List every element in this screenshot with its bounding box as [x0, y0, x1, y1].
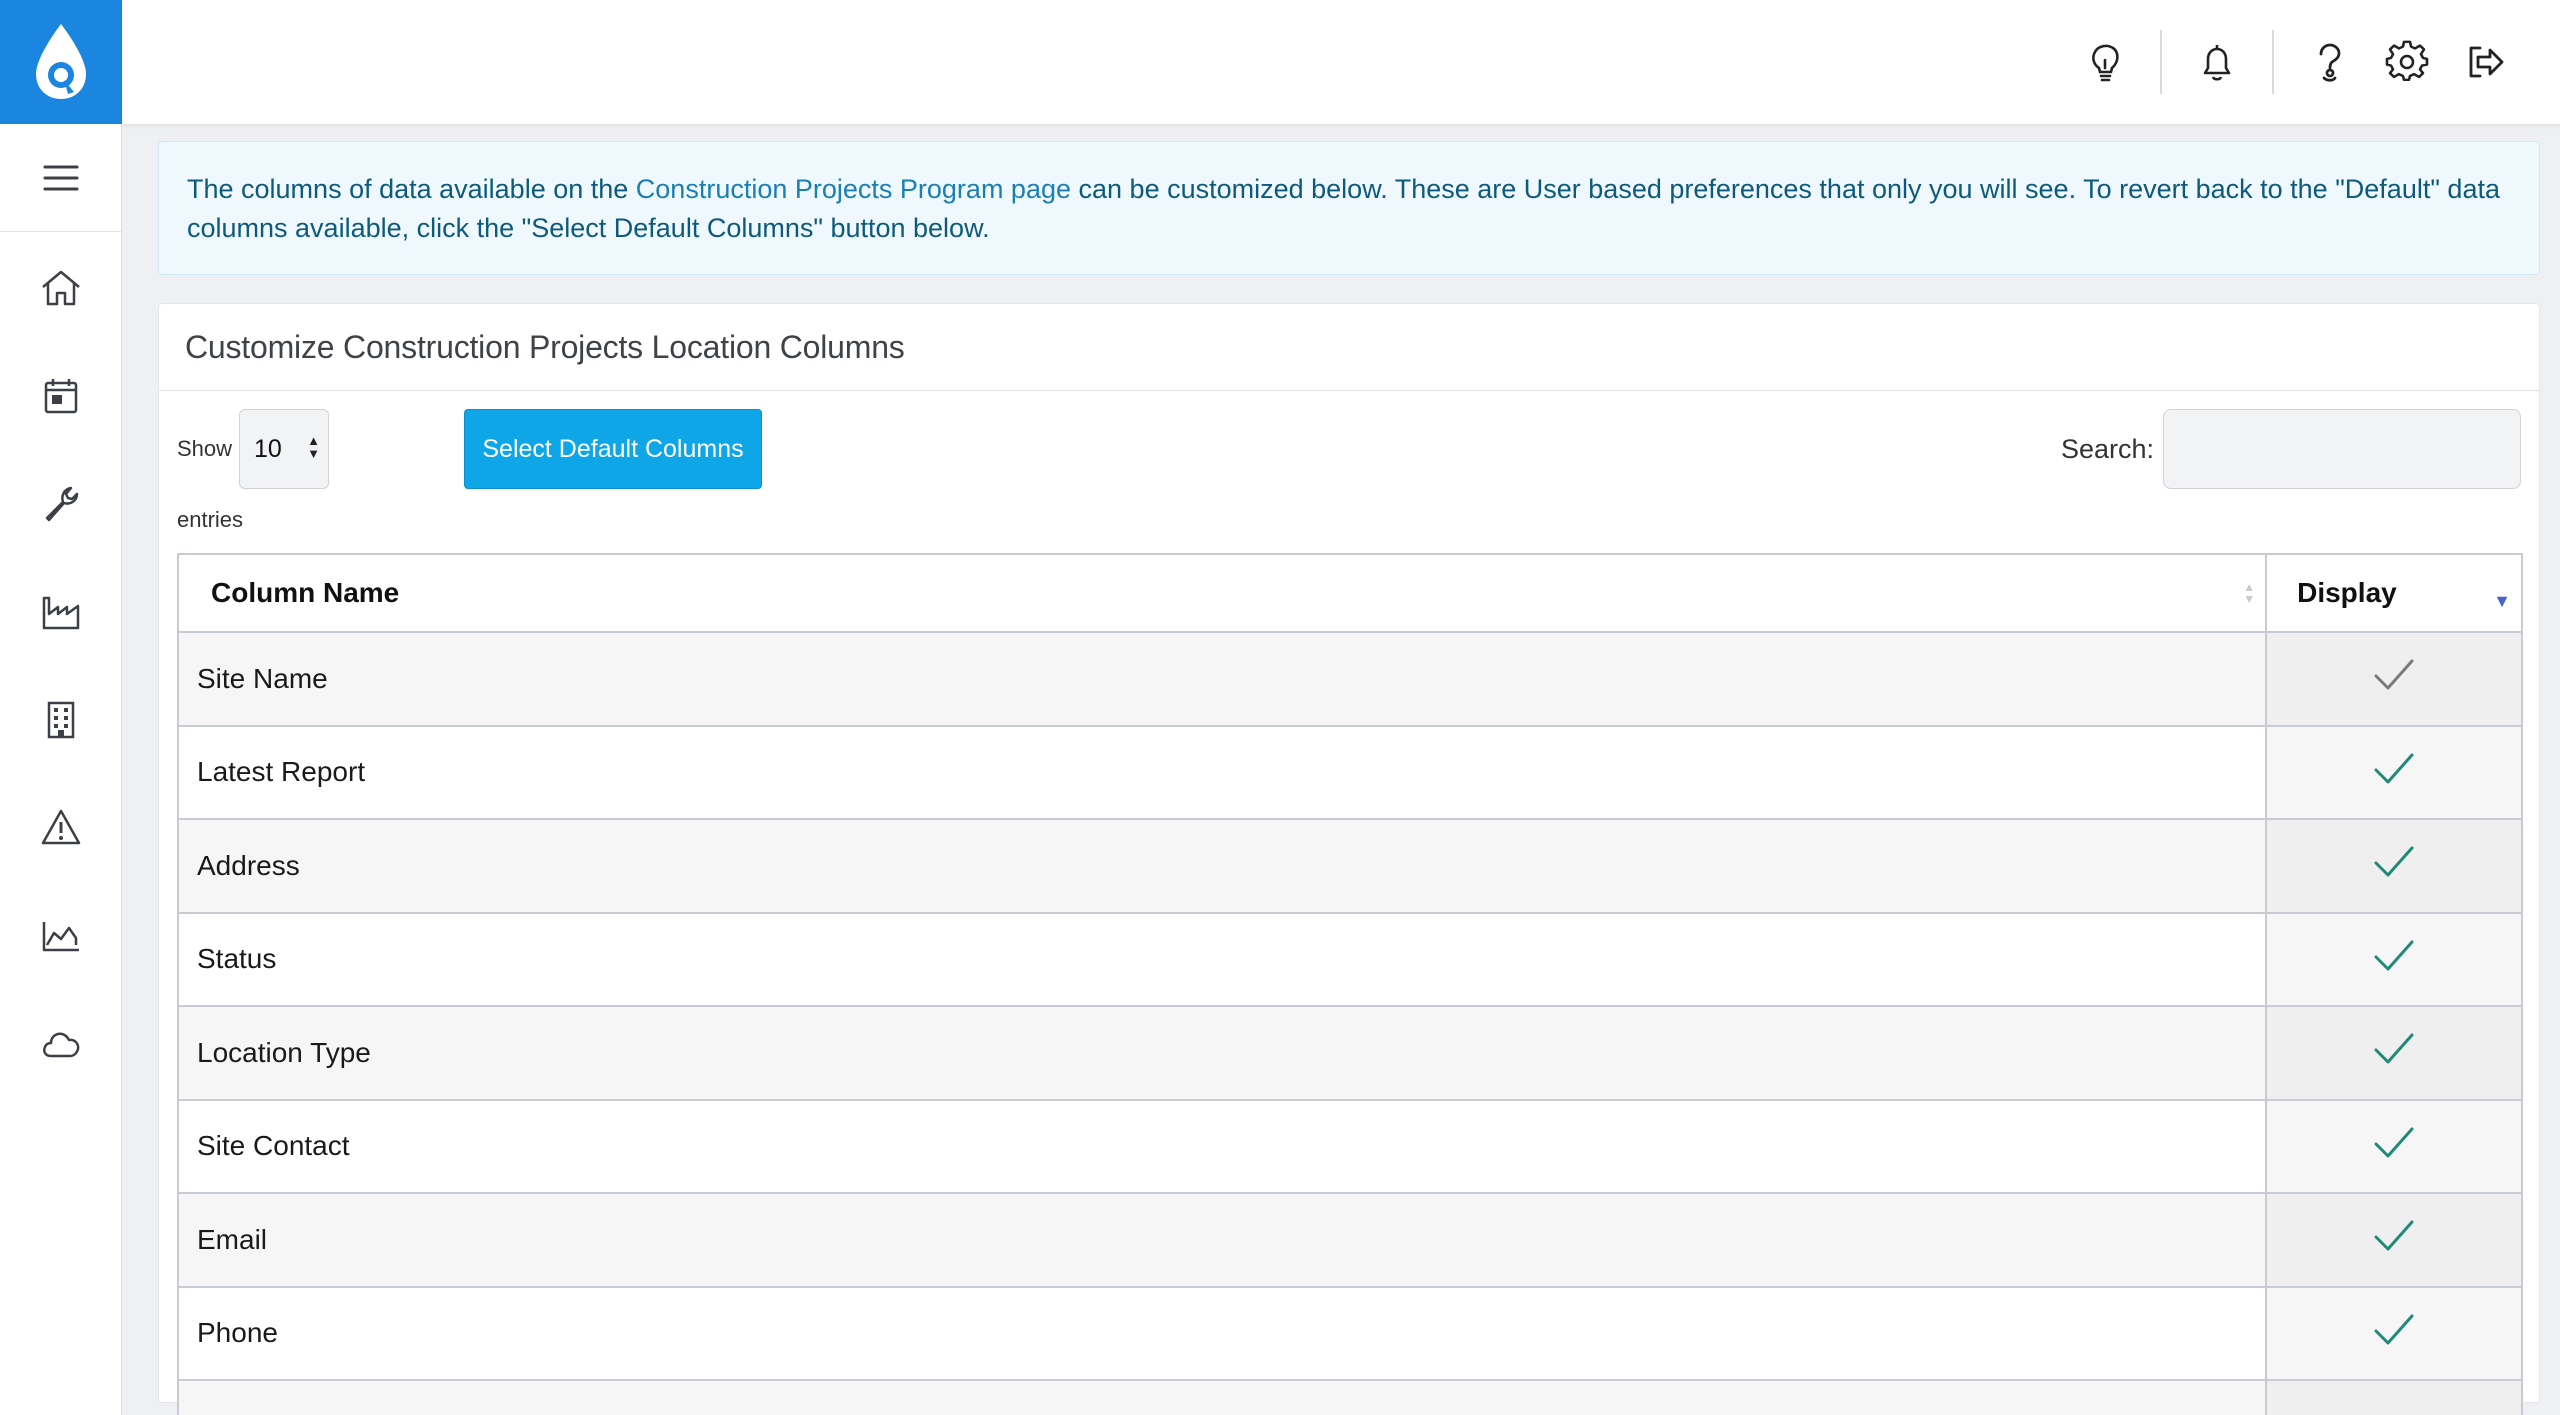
checkmark-icon [2372, 1314, 2416, 1356]
sidebar-item-analytics[interactable] [0, 882, 121, 990]
area-chart-icon [42, 922, 79, 952]
checkmark-icon [2372, 1220, 2416, 1262]
checkmark-icon [2372, 1127, 2416, 1169]
sidebar [0, 0, 122, 1415]
droplet-logo-icon [36, 24, 86, 99]
table-controls: Show 10 ▲ ▼ entries Select Default Column… [177, 409, 2521, 553]
table-header-row: Column Name ▲ ▼ Display ▼ [176, 553, 2523, 633]
header-separator [2272, 30, 2274, 94]
select-arrows-icon: ▲ ▼ [307, 433, 320, 461]
checkmark-icon [2372, 753, 2416, 795]
main-content: The columns of data available on the Con… [158, 141, 2540, 1415]
columns-table: Column Name ▲ ▼ Display ▼ Site Name Latest… [176, 553, 2523, 1415]
entries-label: entries [177, 507, 244, 532]
lightbulb-icon [2092, 44, 2119, 82]
display-toggle-cell[interactable] [2265, 1005, 2523, 1101]
checkmark-icon [2372, 940, 2416, 982]
table-row: Site Contact [176, 1098, 2523, 1194]
info-alert: The columns of data available on the Con… [158, 141, 2540, 275]
column-name-cell: Location - Created At [176, 1379, 2268, 1415]
sidebar-item-buildings[interactable] [0, 666, 121, 774]
display-header[interactable]: Display ▼ [2265, 553, 2523, 633]
notifications-button[interactable] [2194, 39, 2240, 85]
page-size-select[interactable]: 10 ▲ ▼ [239, 409, 329, 489]
gear-icon [2385, 40, 2429, 82]
sidebar-item-facilities[interactable] [0, 558, 121, 666]
table-row: Site Name [176, 631, 2523, 727]
sort-desc-icon: ▼ [2493, 591, 2511, 611]
columns-card: Customize Construction Projects Location… [158, 303, 2540, 1415]
sidebar-item-cloud[interactable] [0, 990, 121, 1098]
column-name-header-label: Column Name [211, 577, 400, 608]
display-toggle-cell[interactable] [2265, 818, 2523, 914]
settings-button[interactable] [2384, 39, 2430, 85]
logout-button[interactable] [2462, 39, 2508, 85]
sidebar-item-home[interactable] [0, 234, 121, 342]
alert-text-prefix: The columns of data available on the [187, 174, 636, 204]
column-name-cell: Address [176, 818, 2268, 914]
factory-icon [42, 596, 79, 630]
bell-icon [2203, 45, 2231, 81]
column-name-cell: Site Contact [176, 1098, 2268, 1194]
column-name-cell: Latest Report [176, 724, 2268, 820]
card-title: Customize Construction Projects Location… [185, 328, 905, 365]
table-row: Status [176, 911, 2523, 1007]
sidebar-item-alerts[interactable] [0, 774, 121, 882]
display-toggle-cell[interactable] [2265, 1098, 2523, 1194]
app-logo[interactable] [0, 0, 122, 124]
table-row: Address [176, 818, 2523, 914]
display-toggle-cell[interactable] [2265, 724, 2523, 820]
hamburger-menu-icon [43, 165, 78, 190]
show-label: Show [177, 436, 233, 461]
column-name-cell: Status [176, 911, 2268, 1007]
table-row: Location Type [176, 1005, 2523, 1101]
table-row: Latest Report [176, 724, 2523, 820]
program-page-link[interactable]: Construction Projects Program page [636, 174, 1071, 204]
table-row: Email [176, 1192, 2523, 1288]
select-default-columns-button[interactable]: Select Default Columns [464, 409, 762, 489]
column-name-cell: Site Name [176, 631, 2268, 727]
display-toggle-cell[interactable] [2265, 1379, 2523, 1415]
table-row: Location - Created At [176, 1379, 2523, 1415]
logout-icon [2469, 46, 2504, 78]
card-header: Customize Construction Projects Location… [159, 304, 2539, 391]
column-name-header[interactable]: Column Name ▲ ▼ [176, 553, 2268, 633]
warning-icon [41, 809, 80, 845]
search-label: Search: [2060, 434, 2154, 464]
display-header-label: Display [2297, 577, 2397, 608]
top-header [122, 0, 2560, 124]
display-toggle-cell[interactable] [2265, 1285, 2523, 1381]
sort-icon: ▲ ▼ [2243, 580, 2256, 606]
checkmark-icon [2372, 846, 2416, 888]
page-size-value: 10 [254, 434, 282, 463]
wrench-icon [45, 486, 78, 522]
column-name-cell: Email [176, 1192, 2268, 1288]
cloud-icon [42, 1032, 79, 1058]
tips-button[interactable] [2082, 39, 2128, 85]
display-toggle-cell[interactable] [2265, 911, 2523, 1007]
sidebar-menu-toggle[interactable] [0, 124, 121, 232]
search-input[interactable] [2163, 409, 2521, 489]
column-name-cell: Phone [176, 1285, 2268, 1381]
sidebar-item-calendar[interactable] [0, 342, 121, 450]
checkmark-icon [2372, 1033, 2416, 1075]
calendar-icon [44, 379, 77, 414]
sidebar-item-maintenance[interactable] [0, 450, 121, 558]
home-icon [41, 270, 80, 306]
help-icon [2319, 43, 2341, 82]
column-name-cell: Location Type [176, 1005, 2268, 1101]
display-toggle-cell[interactable] [2265, 631, 2523, 727]
display-toggle-cell[interactable] [2265, 1192, 2523, 1288]
help-button[interactable] [2306, 39, 2352, 85]
table-row: Phone [176, 1285, 2523, 1381]
header-separator [2160, 30, 2162, 94]
building-icon [47, 701, 74, 739]
checkmark-icon [2372, 659, 2416, 701]
